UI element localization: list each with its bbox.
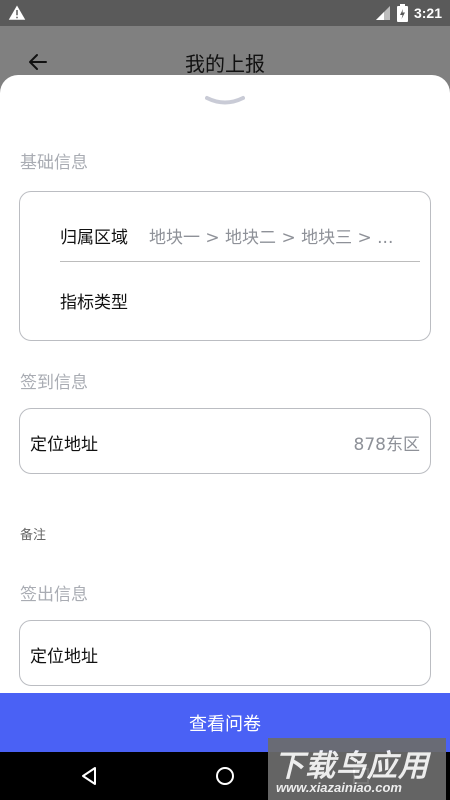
watermark-url: www.xiazainiao.com xyxy=(276,780,402,795)
watermark-logo: 下载鸟应用 www.xiazainiao.com xyxy=(268,738,446,800)
checkout-location-card[interactable]: 定位地址 xyxy=(19,620,431,686)
checkin-location-value: 878东区 xyxy=(353,435,420,455)
basic-info-card: 归属区域 地块一 > 地块二 > 地块三 > ... 指标类型 xyxy=(19,191,431,341)
region-value[interactable]: 地块一 > 地块二 > 地块三 > ... xyxy=(149,223,393,248)
checkin-location-card[interactable]: 定位地址 878东区 xyxy=(19,408,431,474)
remark-label: 备注 xyxy=(20,528,47,543)
region-label: 归属区域 xyxy=(60,228,128,248)
back-triangle-icon[interactable] xyxy=(79,765,101,787)
indicator-type-label: 指标类型 xyxy=(60,293,128,313)
status-right: 3:21 xyxy=(375,3,442,23)
page-title: 我的上报 xyxy=(185,52,265,76)
watermark-text: 下载鸟应用 xyxy=(274,749,429,784)
section-title-basic-info: 基础信息 xyxy=(20,153,88,173)
bottom-sheet: 基础信息 归属区域 地块一 > 地块二 > 地块三 > ... 指标类型 签到信… xyxy=(0,75,450,715)
checkout-location-label: 定位地址 xyxy=(30,647,98,667)
section-title-checkin-info: 签到信息 xyxy=(20,373,88,393)
checkin-location-label: 定位地址 xyxy=(30,435,98,455)
status-bar: 3:21 xyxy=(0,0,450,26)
section-title-checkout-info: 签出信息 xyxy=(20,585,88,605)
signal-icon xyxy=(375,6,390,20)
battery-icon xyxy=(396,4,408,22)
home-circle-icon[interactable] xyxy=(214,765,236,787)
chevron-down-icon[interactable] xyxy=(205,95,245,107)
warning-icon xyxy=(8,5,26,20)
status-time: 3:21 xyxy=(413,5,442,21)
divider xyxy=(60,261,420,262)
